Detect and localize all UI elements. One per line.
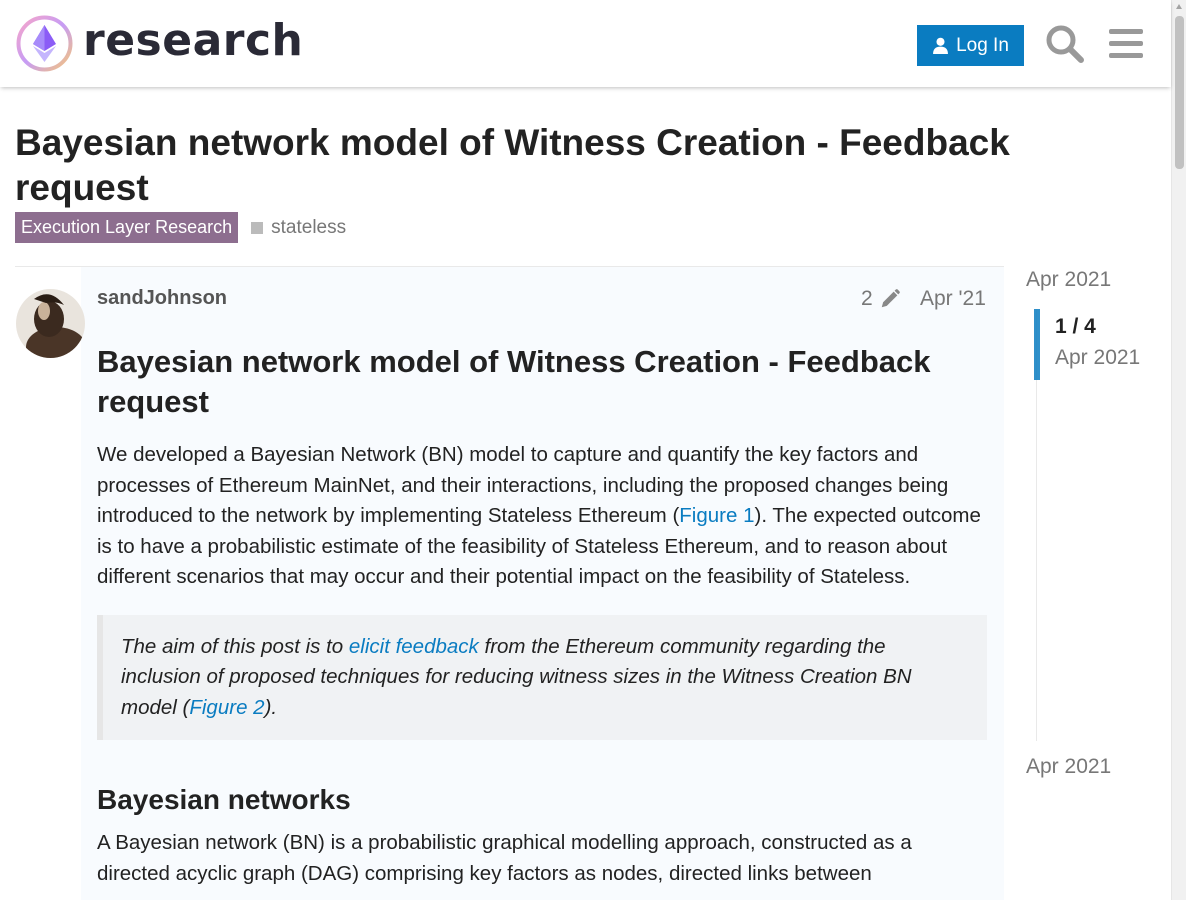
figure-1-link[interactable]: Figure 1 bbox=[679, 504, 754, 527]
scroll-thumb[interactable] bbox=[1175, 16, 1184, 169]
figure-2-link[interactable]: Figure 2 bbox=[189, 696, 264, 719]
timeline-start-date[interactable]: Apr 2021 bbox=[1026, 268, 1111, 292]
site-logo[interactable]: research bbox=[16, 15, 303, 72]
avatar[interactable] bbox=[16, 289, 85, 358]
edit-history-button[interactable]: 2 bbox=[861, 287, 901, 311]
aim-blockquote: The aim of this post is to elicit feedba… bbox=[97, 614, 987, 740]
timeline-current-date: Apr 2021 bbox=[1055, 346, 1141, 369]
post-heading: Bayesian network model of Witness Creati… bbox=[97, 344, 931, 419]
topic-title[interactable]: Bayesian network model of Witness Creati… bbox=[15, 120, 1115, 210]
vertical-scrollbar[interactable] bbox=[1171, 0, 1186, 900]
post-date[interactable]: Apr '21 bbox=[920, 287, 986, 311]
user-icon bbox=[933, 37, 949, 54]
section-heading-bayesian-networks: Bayesian networks bbox=[97, 784, 351, 815]
login-label: Log In bbox=[956, 34, 1009, 56]
category-badge[interactable]: Execution Layer Research bbox=[15, 212, 239, 243]
edit-count: 2 bbox=[861, 287, 873, 310]
timeline-end-date[interactable]: Apr 2021 bbox=[1026, 755, 1111, 779]
quote-text-a: The aim of this post is to bbox=[121, 634, 349, 658]
ethresearch-logo-icon bbox=[16, 15, 73, 72]
post-content: Bayesian network model of Witness Creati… bbox=[97, 342, 987, 889]
intro-paragraph: We developed a Bayesian Network (BN) mod… bbox=[97, 440, 987, 593]
pencil-icon bbox=[881, 289, 900, 308]
quote-text-c: ). bbox=[264, 695, 278, 719]
tag-square-icon bbox=[251, 221, 264, 234]
topic-tags: Execution Layer Research stateless bbox=[15, 212, 346, 243]
login-button[interactable]: Log In bbox=[917, 25, 1024, 66]
post-username[interactable]: sandJohnson bbox=[97, 287, 227, 310]
tag-stateless[interactable]: stateless bbox=[251, 217, 346, 239]
tag-label: stateless bbox=[271, 216, 347, 238]
site-name: research bbox=[83, 14, 304, 66]
timeline-post-count: 1 / 4 bbox=[1055, 315, 1096, 338]
hamburger-menu-icon bbox=[1109, 29, 1143, 58]
bn-paragraph: A Bayesian network (BN) is a probabilist… bbox=[97, 831, 912, 885]
hamburger-menu-button[interactable] bbox=[1104, 22, 1148, 66]
scroll-up-arrow-icon[interactable] bbox=[1176, 4, 1182, 9]
search-icon bbox=[1046, 25, 1084, 63]
site-header: research Log In bbox=[0, 0, 1171, 87]
avatar-image bbox=[16, 289, 85, 358]
elicit-feedback-link[interactable]: elicit feedback bbox=[349, 635, 479, 658]
search-button[interactable] bbox=[1043, 22, 1087, 66]
timeline-handle[interactable] bbox=[1034, 309, 1040, 380]
